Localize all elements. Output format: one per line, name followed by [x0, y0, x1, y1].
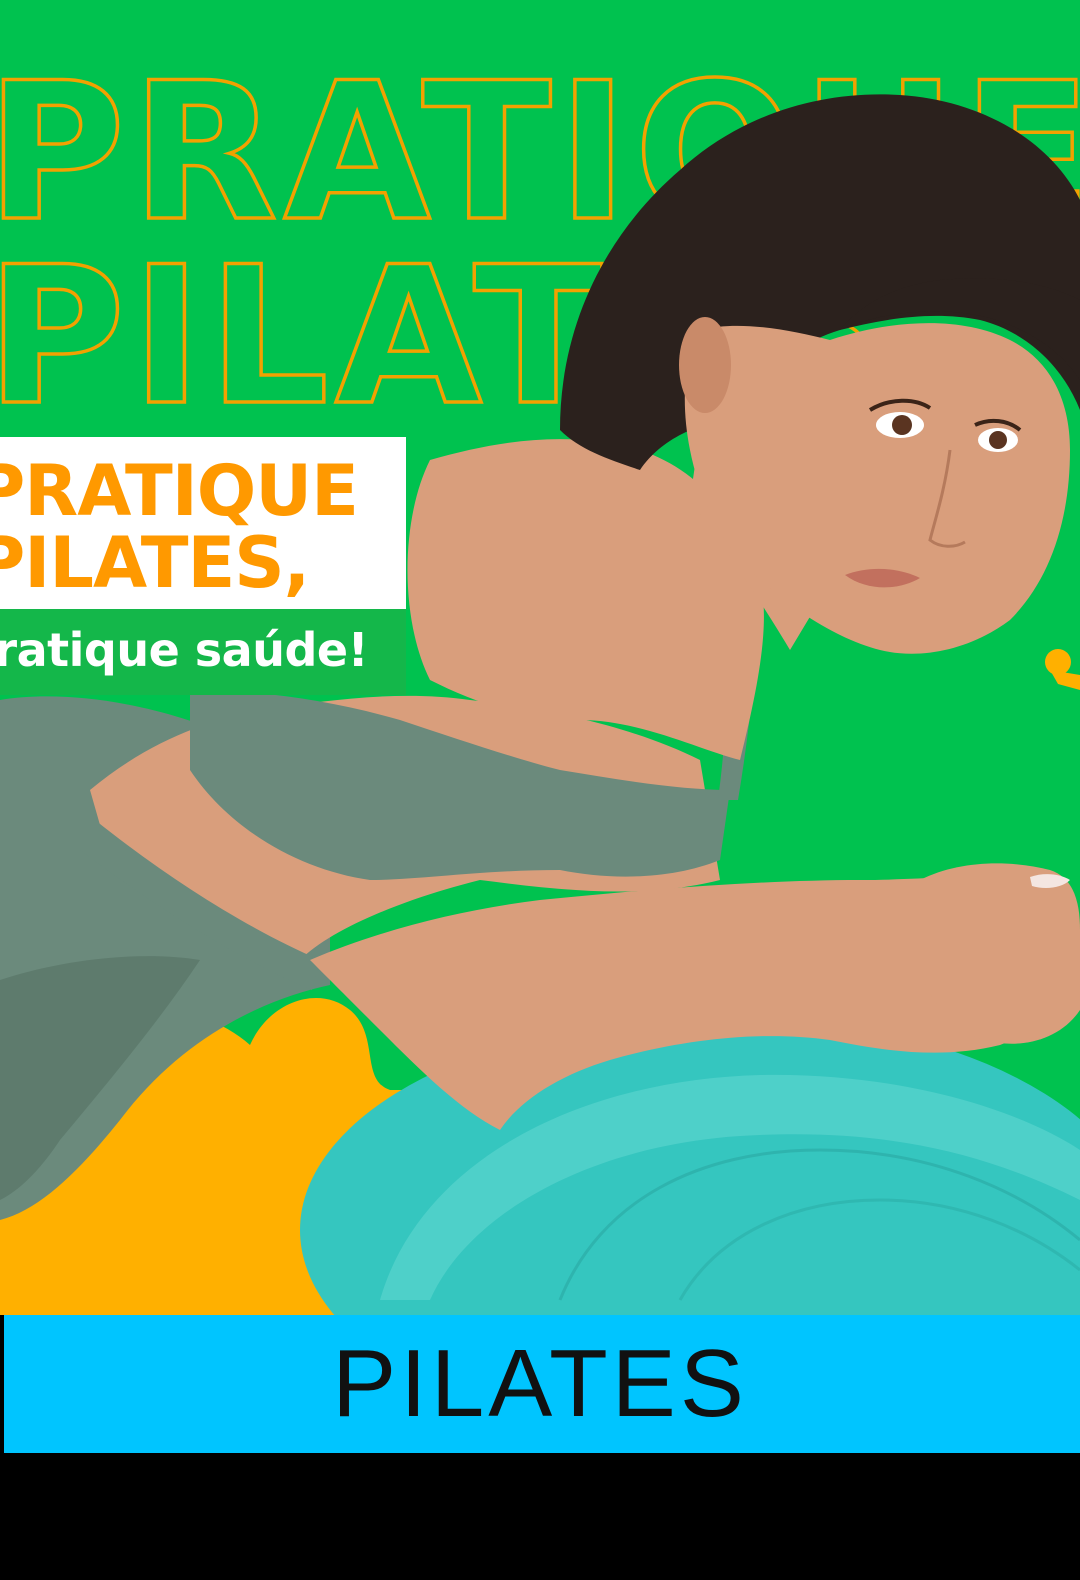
- headline-line-2: PILATES,: [0, 522, 310, 604]
- headline-line-1: PRATIQUE: [0, 450, 359, 532]
- card[interactable]: PRATIQUE PILATES PRATIQUE PILATES, prati…: [0, 0, 1080, 1580]
- orange-dot-shape: [1045, 649, 1071, 675]
- category-label: PILATES: [332, 1330, 748, 1437]
- bottom-strip: [0, 1453, 1080, 1580]
- category-bar-edge: [0, 1315, 4, 1453]
- headline-box: PRATIQUE PILATES,: [0, 437, 406, 609]
- category-bar[interactable]: PILATES: [0, 1315, 1080, 1453]
- tagline-text: pratique saúde!: [0, 623, 369, 677]
- banner-image: PRATIQUE PILATES PRATIQUE PILATES, prati…: [0, 0, 1080, 1315]
- tagline-box: pratique saúde!: [0, 609, 406, 695]
